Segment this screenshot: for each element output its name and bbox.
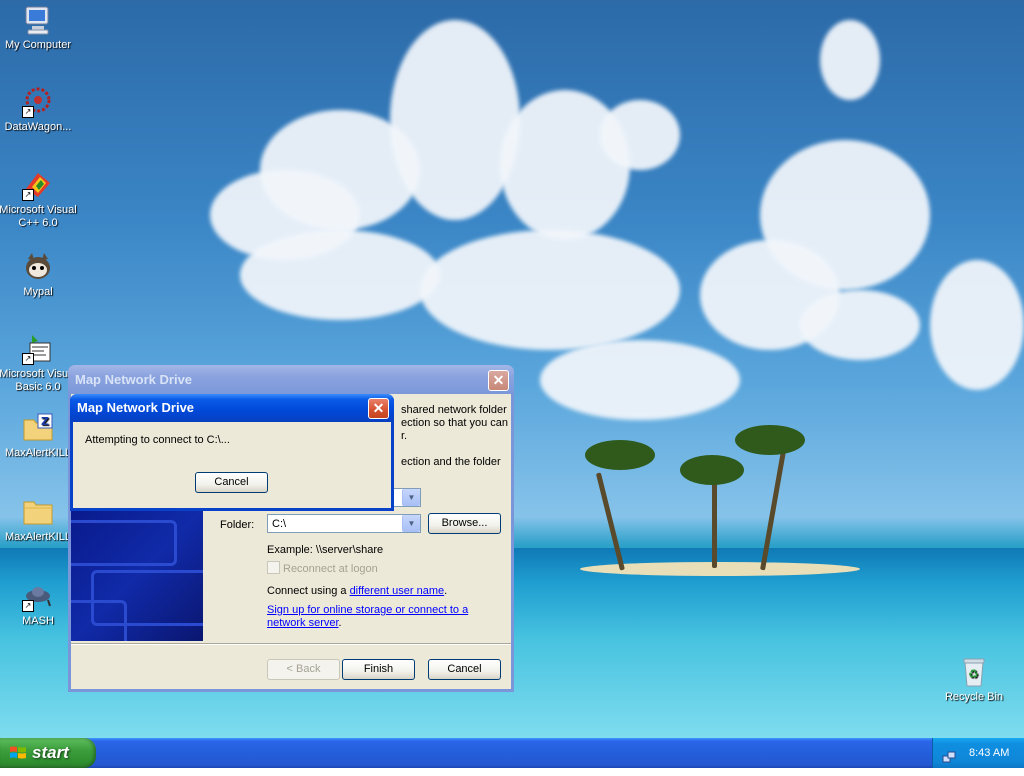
desktop-icon-my-computer[interactable]: My Computer <box>0 4 78 52</box>
start-label: start <box>32 743 69 762</box>
desktop-icon-mash[interactable]: ↗ MASH <box>0 580 78 628</box>
cancel-button[interactable]: Cancel <box>428 659 501 680</box>
svg-text:Z: Z <box>41 415 49 428</box>
shortcut-arrow-icon: ↗ <box>22 106 34 118</box>
palm-leaves <box>735 425 805 455</box>
clock[interactable]: 8:43 AM <box>969 738 1009 768</box>
desktop-icon-label: MaxAlertKILL <box>4 447 72 459</box>
connecting-dialog[interactable]: Map Network Drive ✕ Attempting to connec… <box>70 394 394 511</box>
chevron-down-icon[interactable]: ▼ <box>402 515 420 532</box>
network-icon[interactable] <box>942 746 956 763</box>
dialog-title: Map Network Drive <box>77 400 195 415</box>
dialog-cancel-button[interactable]: Cancel <box>195 472 268 493</box>
folder-label: Folder: <box>220 519 255 531</box>
desktop-icon-mypal[interactable]: Mypal <box>0 251 78 299</box>
shortcut-arrow-icon: ↗ <box>22 189 34 201</box>
connect-using-text: Connect using a different user name. <box>267 585 447 597</box>
close-icon[interactable]: ✕ <box>488 370 509 391</box>
desktop-icon-label: MASH <box>22 615 54 627</box>
taskbar: start 8:43 AM <box>0 738 1024 768</box>
desktop-icon-visual-cpp[interactable]: ↗ Microsoft Visual C++ 6.0 <box>0 169 78 230</box>
connecting-message: Attempting to connect to C:\... <box>85 434 230 446</box>
graphic-band <box>71 520 177 566</box>
desktop-icon-label: Recycle Bin <box>944 691 1004 703</box>
folder-combo[interactable]: C:\ ▼ <box>267 514 421 533</box>
cloud <box>800 290 920 360</box>
window-title: Map Network Drive <box>75 372 193 387</box>
example-text: Example: \\server\share <box>267 544 384 556</box>
mypal-icon <box>22 251 54 283</box>
reconnect-label: Reconnect at logon <box>283 563 378 575</box>
desktop-icon-recycle-bin[interactable]: ♻ Recycle Bin <box>934 656 1014 704</box>
finish-button[interactable]: Finish <box>342 659 415 680</box>
dialog-titlebar[interactable]: Map Network Drive ✕ <box>70 394 394 422</box>
signup-link-continued[interactable]: network server <box>267 617 339 629</box>
desktop-icon-maxalertkill-2[interactable]: MaxAlertKILL <box>0 496 78 544</box>
my-computer-icon <box>22 4 54 36</box>
chevron-down-icon[interactable]: ▼ <box>402 489 420 506</box>
recycle-bin-icon: ♻ <box>958 656 990 688</box>
cloud <box>540 340 740 420</box>
wizard-sidebar-graphic <box>71 510 203 641</box>
desktop-icon-maxalertkill-1[interactable]: Z MaxAlertKILL <box>0 412 78 460</box>
desktop-icon-label: Microsoft Visual C++ 6.0 <box>0 204 77 229</box>
desktop-icon-visual-basic[interactable]: ↗ Microsoft Visual Basic 6.0 <box>0 333 78 394</box>
window-titlebar[interactable]: Map Network Drive ✕ <box>68 365 514 394</box>
cloud <box>930 260 1024 390</box>
intro-text-line: shared network folder <box>401 404 507 416</box>
intro-text-line: r. <box>401 430 408 442</box>
dialog-client-area: Attempting to connect to C:\... Cancel <box>73 422 391 508</box>
palm-leaves <box>680 455 744 485</box>
desktop-icon-label: Mypal <box>23 286 53 298</box>
signup-link[interactable]: Sign up for online storage or connect to… <box>267 604 468 617</box>
back-button[interactable]: < Back <box>267 659 340 680</box>
browse-button[interactable]: Browse... <box>428 513 501 534</box>
wizard-divider <box>71 643 511 645</box>
datawagon-icon: ↗ <box>22 86 54 118</box>
cloud <box>420 230 680 350</box>
palm-leaves <box>585 440 655 470</box>
cloud <box>390 20 520 220</box>
signup-suffix: . <box>338 617 342 629</box>
connect-suffix: . <box>444 585 448 597</box>
system-tray: 8:43 AM <box>932 738 1024 768</box>
close-icon[interactable]: ✕ <box>368 398 389 419</box>
visual-cpp-icon: ↗ <box>22 169 54 201</box>
folder-icon <box>22 496 54 528</box>
mash-icon: ↗ <box>22 580 54 612</box>
signup-text: Sign up for online storage or connect to… <box>267 604 468 630</box>
visual-basic-icon: ↗ <box>22 333 54 365</box>
start-button[interactable]: start <box>0 738 96 768</box>
windows-logo-icon <box>10 746 26 759</box>
palm-trunk <box>712 480 717 568</box>
shortcut-arrow-icon: ↗ <box>22 600 34 612</box>
graphic-band <box>71 600 127 641</box>
desktop-icon-label: DataWagon... <box>4 121 72 133</box>
desktop-icon-datawagon[interactable]: ↗ DataWagon... <box>0 86 78 134</box>
connect-prefix: Connect using a <box>267 585 350 597</box>
reconnect-checkbox[interactable] <box>267 561 280 574</box>
cloud <box>240 230 440 320</box>
intro-text-line: ection and the folder <box>401 456 501 468</box>
different-user-link[interactable]: different user name <box>350 585 445 597</box>
desktop-icon-label: MaxAlertKILL <box>4 531 72 543</box>
cloud <box>820 20 880 100</box>
shortcut-arrow-icon: ↗ <box>22 353 34 365</box>
desktop-icon-label: Microsoft Visual Basic 6.0 <box>0 368 77 393</box>
svg-text:♻: ♻ <box>968 667 979 681</box>
folder-value: C:\ <box>272 518 287 530</box>
desktop-icon-label: My Computer <box>4 39 72 51</box>
folder-icon: Z <box>22 412 54 444</box>
cloud <box>600 100 680 170</box>
intro-text-line: ection so that you can <box>401 417 509 429</box>
